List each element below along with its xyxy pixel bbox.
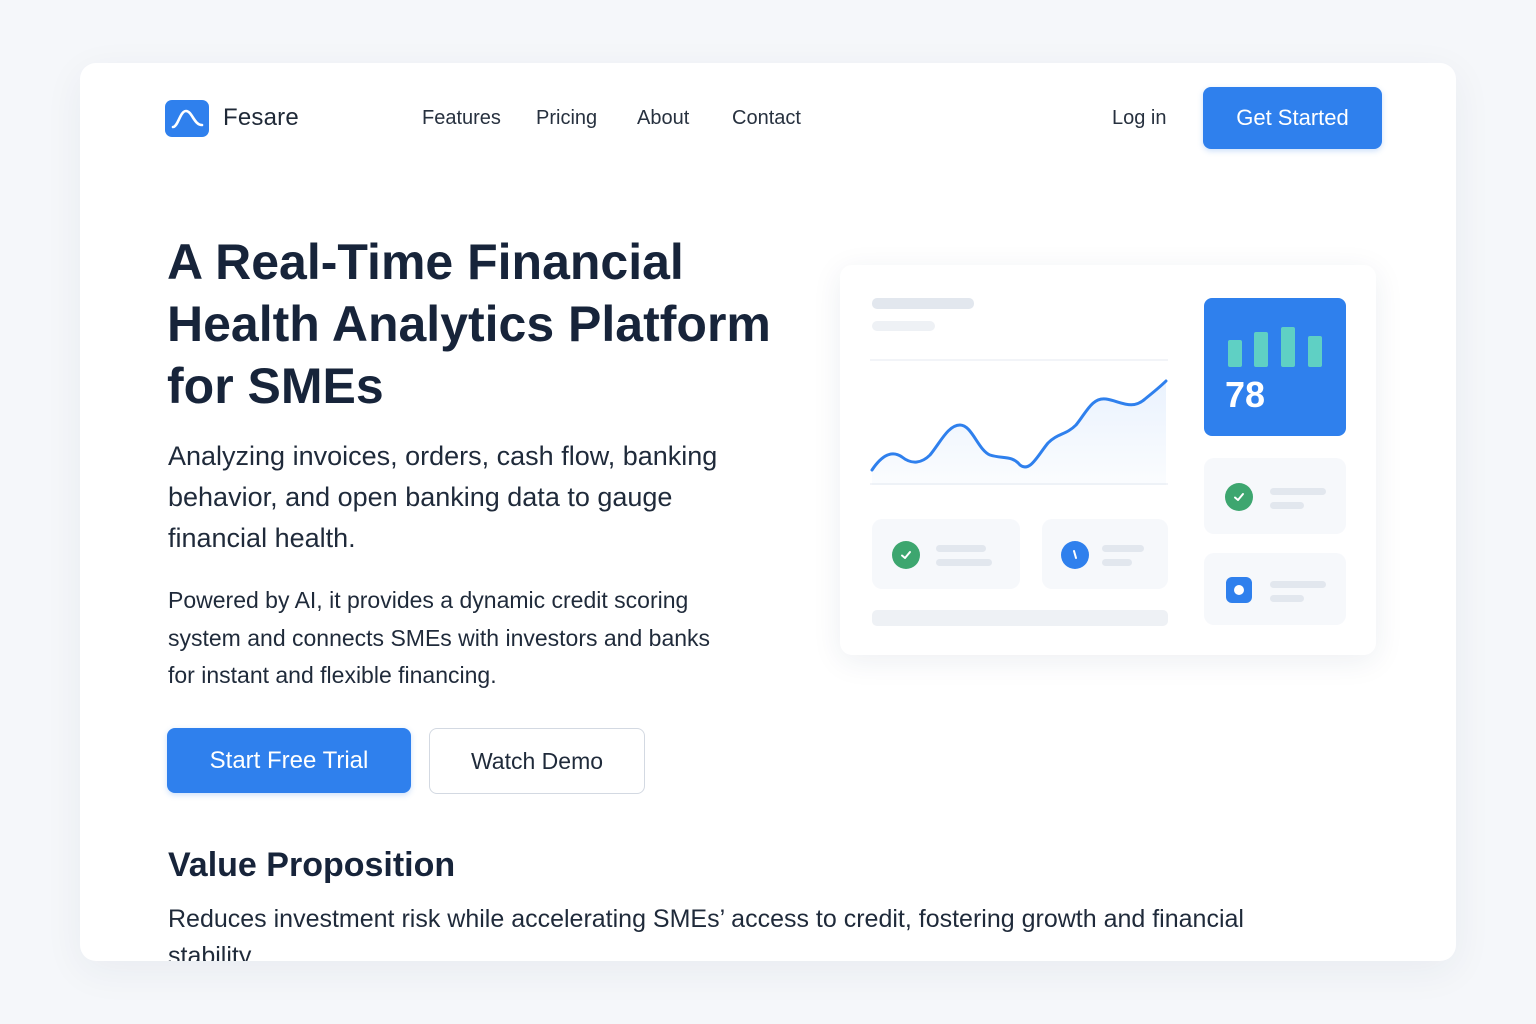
login-link[interactable]: Log in xyxy=(1112,107,1167,130)
get-started-button[interactable]: Get Started xyxy=(1203,87,1382,149)
watch-demo-button[interactable]: Watch Demo xyxy=(429,728,645,794)
logo-icon[interactable] xyxy=(165,100,209,137)
nav-link-pricing[interactable]: Pricing xyxy=(536,107,597,130)
line-chart-graphic xyxy=(870,359,1168,485)
placeholder-line xyxy=(1270,488,1326,495)
status-card xyxy=(1204,458,1346,534)
hero-title-line: Health Analytics Platform xyxy=(167,296,771,352)
bar-chart-icon xyxy=(1228,327,1322,367)
hero-title: A Real-Time Financial Health Analytics P… xyxy=(167,231,807,417)
dashboard-illustration: 78 xyxy=(840,265,1376,655)
nav-link-features[interactable]: Features xyxy=(422,107,501,130)
value-proposition-title: Value Proposition xyxy=(168,846,456,884)
hero-description-line: for instant and flexible financing. xyxy=(168,662,497,688)
placeholder-line xyxy=(1270,595,1304,602)
gauge-icon xyxy=(1061,541,1089,569)
credit-score-value: 78 xyxy=(1225,374,1266,415)
check-icon xyxy=(1225,483,1253,511)
hero-title-line: A Real-Time Financial xyxy=(167,234,684,290)
record-icon xyxy=(1226,577,1252,603)
placeholder-line xyxy=(872,298,974,309)
placeholder-line xyxy=(1270,581,1326,588)
check-icon xyxy=(892,541,920,569)
hero-subtitle-line: financial health. xyxy=(168,523,356,553)
placeholder-line xyxy=(1270,502,1304,509)
hero-description-line: system and connects SMEs with investors … xyxy=(168,624,711,651)
placeholder-line xyxy=(936,545,986,552)
placeholder-line xyxy=(1102,545,1144,552)
brand-name[interactable]: Fesare xyxy=(223,104,299,132)
value-proposition-text: Reduces investment risk while accelerati… xyxy=(168,905,1244,961)
nav-link-about[interactable]: About xyxy=(637,107,689,130)
placeholder-line xyxy=(872,321,935,331)
placeholder-line xyxy=(936,559,992,566)
start-free-trial-button[interactable]: Start Free Trial xyxy=(167,728,411,793)
hero-subtitle-line: behavior, and open banking data to gauge xyxy=(168,482,673,512)
credit-score-card: 78 xyxy=(1204,298,1346,436)
status-card xyxy=(872,519,1020,589)
hero-description-line: Powered by AI, it provides a dynamic cre… xyxy=(168,587,689,613)
page-frame: Fesare Features Pricing About Contact Lo… xyxy=(80,63,1456,961)
hero-subtitle: Analyzing invoices, orders, cash flow, b… xyxy=(168,436,768,559)
hero-subtitle-line: Analyzing invoices, orders, cash flow, b… xyxy=(168,441,718,471)
hero-description: Powered by AI, it provides a dynamic cre… xyxy=(168,582,788,695)
nav-link-contact[interactable]: Contact xyxy=(732,107,801,130)
status-card xyxy=(1204,553,1346,625)
placeholder-bar xyxy=(872,610,1168,626)
placeholder-line xyxy=(1102,559,1132,566)
hero-title-line: for SMEs xyxy=(167,358,384,414)
status-card xyxy=(1042,519,1168,589)
